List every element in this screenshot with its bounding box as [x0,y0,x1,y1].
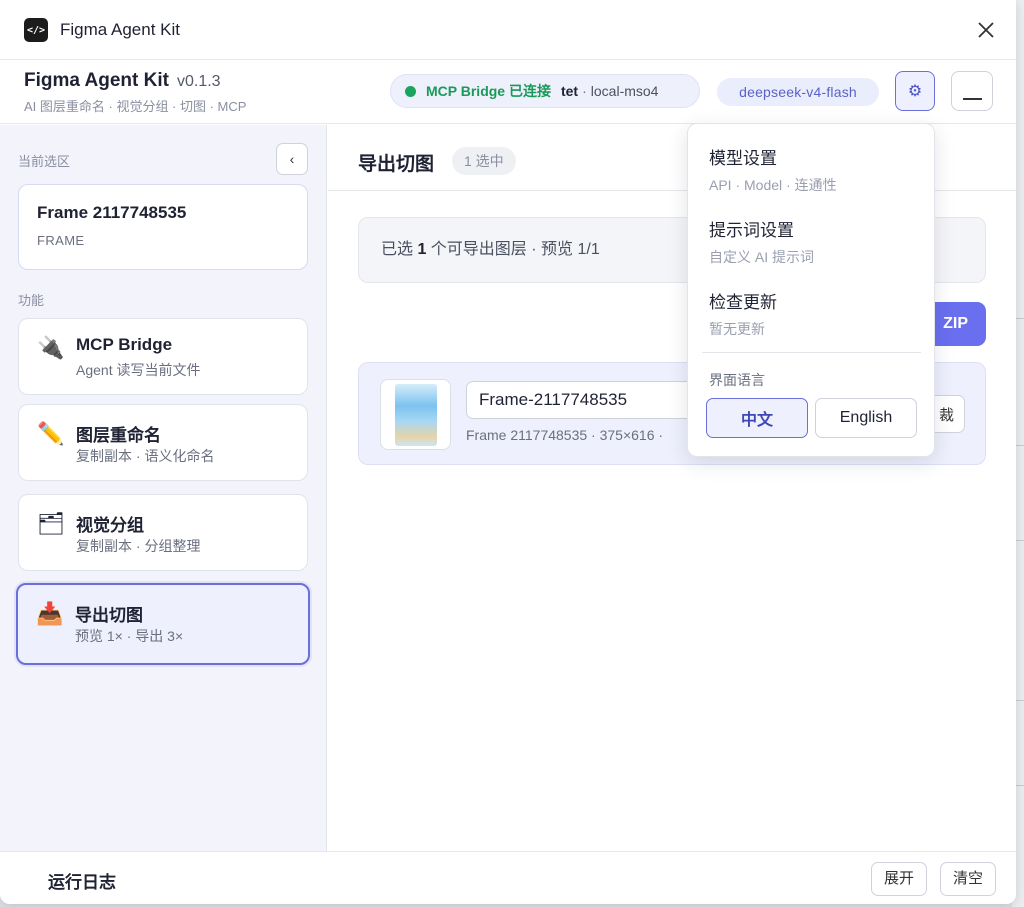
menu-item-subtitle: 暂无更新 [709,321,765,337]
close-icon [978,22,994,38]
tagline: AI 图层重命名 · 视觉分组 · 切图 · MCP [24,99,247,114]
close-button[interactable] [974,18,998,42]
gear-icon: ⚙ [907,83,923,100]
bridge-separator: · [582,83,587,99]
collapse-sidebar-button[interactable]: ‹ [276,143,308,175]
export-thumbnail [380,379,451,450]
feature-subtitle: 复制副本 · 分组整理 [76,538,201,554]
window-title: Figma Agent Kit [60,20,181,39]
log-footer: 运行日志 展开 清空 [0,851,1016,904]
language-chinese-button[interactable]: 中文 [706,398,808,438]
frame-preview-image [395,384,437,446]
minimize-icon [963,98,982,100]
export-name-input[interactable] [466,381,706,419]
feature-subtitle: Agent 读写当前文件 [76,362,201,378]
bridge-user: tet [560,83,579,99]
minimize-button[interactable] [951,71,993,111]
settings-button[interactable]: ⚙ [895,71,935,111]
selection-count-badge: 1 选中 [452,147,516,175]
bridge-status-pill[interactable]: MCP Bridge 已连接 tet · local-mso4 [390,74,700,108]
feature-subtitle: 预览 1× · 导出 3× [75,628,184,644]
menu-item-model-settings[interactable]: 模型设置 API · Model · 连通性 [709,144,837,195]
menu-item-title: 模型设置 [709,149,777,168]
plugin-window: </> Figma Agent Kit Figma Agent Kit v0.1.… [0,0,1016,904]
title-bar: </> Figma Agent Kit [0,0,1016,60]
menu-item-subtitle: 自定义 AI 提示词 [709,249,815,265]
feature-export-slices[interactable]: 📥 导出切图 预览 1× · 导出 3× [16,583,310,665]
menu-item-subtitle: API · Model · 连通性 [709,177,837,193]
feature-mcp-bridge[interactable]: 🔌 MCP Bridge Agent 读写当前文件 [18,318,308,395]
box-icon: 🗂 [37,511,65,536]
menu-item-title: 检查更新 [709,293,777,312]
model-badge[interactable]: deepseek-v4-flash [717,78,879,106]
log-title: 运行日志 [48,873,116,892]
language-label: 界面语言 [709,372,765,388]
menu-item-prompt-settings[interactable]: 提示词设置 自定义 AI 提示词 [709,216,814,267]
feature-layer-rename[interactable]: ✏️ 图层重命名 复制副本 · 语义化命名 [18,404,308,481]
bridge-status-label: MCP Bridge 已连接 [426,83,551,99]
feature-title: 视觉分组 [76,516,144,535]
selection-type: FRAME [37,233,85,248]
clear-log-button[interactable]: 清空 [940,862,997,896]
export-item-meta: Frame 2117748535 · 375×616 · [466,427,664,443]
brand-name: Figma Agent Kit [24,70,169,91]
page-title: 导出切图 [358,154,435,175]
selection-card[interactable]: Frame 2117748535 FRAME [18,184,308,270]
bridge-host: local-mso4 [590,83,659,99]
menu-item-check-update[interactable]: 检查更新 暂无更新 [709,288,777,339]
connected-dot-icon [405,85,416,97]
chevron-left-icon: ‹ [289,151,295,167]
selection-name: Frame 2117748535 [37,203,187,222]
feature-subtitle: 复制副本 · 语义化命名 [76,448,215,464]
menu-divider [702,352,921,353]
language-english-button[interactable]: English [815,398,917,438]
features-section-label: 功能 [18,293,45,308]
menu-item-title: 提示词设置 [709,221,794,240]
inbox-tray-icon: 📥 [36,601,64,626]
code-icon: </> [24,18,48,42]
selection-section-label: 当前选区 [18,154,71,169]
sidebar: 当前选区 ‹ Frame 2117748535 FRAME 功能 🔌 MCP B… [0,125,327,851]
version: v0.1.3 [176,73,221,90]
pencil-icon: ✏️ [37,421,65,446]
brand: Figma Agent Kit v0.1.3 [24,70,221,92]
info-suffix: 个可导出图层 · 预览 1/1 [426,241,600,258]
settings-menu: 模型设置 API · Model · 连通性 提示词设置 自定义 AI 提示词 … [687,123,935,457]
app-header: Figma Agent Kit v0.1.3 AI 图层重命名 · 视觉分组 · … [0,60,1016,124]
feature-title: MCP Bridge [76,335,173,354]
feature-visual-group[interactable]: 🗂 视觉分组 复制副本 · 分组整理 [18,494,308,571]
info-prefix: 已选 [381,241,418,258]
feature-title: 导出切图 [75,606,143,625]
plug-icon: 🔌 [37,335,65,360]
expand-log-button[interactable]: 展开 [871,862,928,896]
feature-title: 图层重命名 [76,426,161,445]
